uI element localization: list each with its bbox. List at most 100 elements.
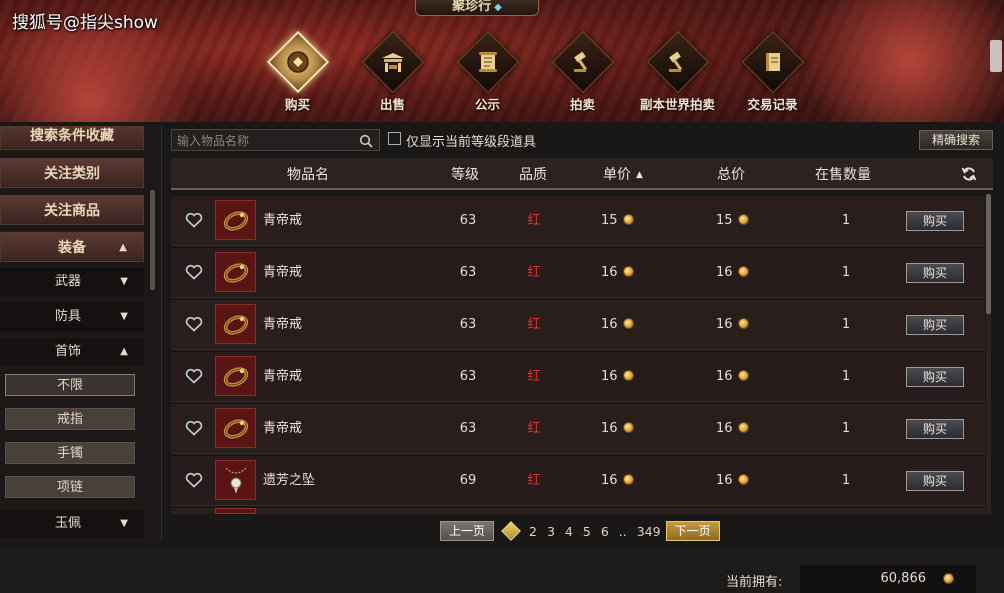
sidebar-leaf-bracelet[interactable]: 手镯 xyxy=(5,442,135,464)
prev-page-button[interactable]: 上一页 xyxy=(440,521,494,541)
currency-amount: 60,866 xyxy=(880,571,927,586)
buy-button[interactable]: 购买 xyxy=(906,211,964,231)
sidebar-item-armor[interactable]: 防具 ▼ xyxy=(0,303,144,331)
sort-asc-icon: ▲ xyxy=(636,170,643,180)
tab-auction[interactable]: 拍卖 xyxy=(535,30,630,116)
item-quantity: 1 xyxy=(841,213,851,228)
item-name: 青帝戒 xyxy=(263,213,303,228)
sidebar-item-equipment[interactable]: 装备 ▲ xyxy=(0,232,144,262)
favorite-heart-icon[interactable] xyxy=(185,264,203,284)
sidebar-item-weapons-label: 武器 xyxy=(55,274,82,289)
page-link[interactable]: 3 xyxy=(547,524,555,539)
search-input[interactable] xyxy=(172,131,352,151)
item-quantity: 1 xyxy=(841,265,851,280)
ring-icon[interactable] xyxy=(215,200,256,240)
col-quantity[interactable]: 在售数量 xyxy=(815,158,871,190)
col-quality[interactable]: 品质 xyxy=(519,158,547,190)
coin-icon xyxy=(943,573,954,584)
gem-icon: ◆ xyxy=(494,2,502,13)
buy-button[interactable]: 购买 xyxy=(906,367,964,387)
buy-button[interactable]: 购买 xyxy=(906,315,964,335)
precise-search-button[interactable]: 精确搜索 xyxy=(919,130,993,150)
favorite-heart-icon[interactable] xyxy=(185,420,203,440)
pin-icon[interactable] xyxy=(990,40,1002,72)
item-name: 青帝戒 xyxy=(263,369,303,384)
col-level[interactable]: 等级 xyxy=(451,158,479,190)
page-link[interactable]: 6 xyxy=(601,524,609,539)
item-level: 63 xyxy=(459,369,477,384)
page-link[interactable]: 2 xyxy=(529,524,537,539)
pendant-icon[interactable] xyxy=(215,460,256,500)
coin-icon xyxy=(622,370,634,381)
currency-label: 当前拥有: xyxy=(726,575,783,590)
ring-icon[interactable] xyxy=(215,304,256,344)
coin-icon xyxy=(266,30,329,94)
col-unit-price[interactable]: 单价 ▲ xyxy=(603,158,643,190)
ring-icon[interactable] xyxy=(215,408,256,448)
buy-button[interactable]: 购买 xyxy=(906,263,964,283)
sidebar-item-watch-category[interactable]: 关注类别 xyxy=(0,158,144,188)
col-name[interactable]: 物品名 xyxy=(287,158,329,190)
coin-icon xyxy=(737,214,749,225)
favorite-heart-icon[interactable] xyxy=(185,368,203,388)
item-total-price: 16 xyxy=(716,404,772,454)
page-link-last[interactable]: 349 xyxy=(637,524,661,539)
level-filter-checkbox[interactable] xyxy=(388,132,401,145)
table-row[interactable]: 青帝戒 63 红 15 15 1 购买 xyxy=(171,196,985,246)
favorite-heart-icon[interactable] xyxy=(185,472,203,492)
table-row[interactable]: 青帝戒 63 红 16 16 1 购买 xyxy=(171,248,985,298)
tab-auction-label: 拍卖 xyxy=(569,97,595,112)
ring-icon[interactable] xyxy=(215,252,256,292)
window-title: 聚珍行 ◆ xyxy=(415,0,539,16)
buy-button[interactable]: 购买 xyxy=(906,471,964,491)
item-total-price: 16 xyxy=(716,456,772,506)
table-scrollbar[interactable] xyxy=(986,194,991,514)
table-scrollbar-thumb[interactable] xyxy=(986,194,991,314)
chevron-down-icon: ▼ xyxy=(120,518,128,529)
sidebar-item-jewelry[interactable]: 首饰 ▲ xyxy=(0,338,144,366)
sidebar-leaf-all[interactable]: 不限 xyxy=(5,374,135,396)
stall-icon xyxy=(361,30,424,94)
item-level: 69 xyxy=(459,473,477,488)
sidebar-leaf-necklace[interactable]: 项链 xyxy=(5,476,135,498)
page-link[interactable]: 4 xyxy=(565,524,573,539)
col-total-price[interactable]: 总价 xyxy=(717,158,745,190)
coin-icon xyxy=(622,266,634,277)
item-total-price: 15 xyxy=(716,196,772,246)
tab-notice[interactable]: 公示 xyxy=(440,30,535,116)
next-page-button[interactable]: 下一页 xyxy=(665,521,720,541)
unit-price-value: 16 xyxy=(601,369,618,384)
total-price-value: 16 xyxy=(716,265,733,280)
sidebar-item-jade[interactable]: 玉佩 ▼ xyxy=(0,510,144,538)
tab-trade-history[interactable]: 交易记录 xyxy=(725,30,820,116)
favorite-heart-icon[interactable] xyxy=(185,316,203,336)
item-name: 青帝戒 xyxy=(263,265,303,280)
book-icon xyxy=(741,30,804,94)
sidebar-item-saved-search[interactable]: 搜索条件收藏 xyxy=(0,126,144,150)
page-link[interactable]: 5 xyxy=(583,524,591,539)
sidebar-leaf-ring[interactable]: 戒指 xyxy=(5,408,135,430)
unit-price-value: 15 xyxy=(601,213,618,228)
sidebar-item-weapons[interactable]: 武器 ▼ xyxy=(0,268,144,296)
sidebar-scrollbar[interactable] xyxy=(150,190,155,290)
total-price-value: 16 xyxy=(716,421,733,436)
gavel-icon xyxy=(551,30,614,94)
table-row[interactable]: 青帝戒 63 红 16 16 1 购买 xyxy=(171,404,985,454)
header-banner: 搜狐号@指尖show 聚珍行 ◆ 购买 出售 公示 拍卖 副本世界拍卖 交易记录 xyxy=(0,0,1004,122)
table-row[interactable]: 青帝戒 63 红 16 16 1 购买 xyxy=(171,300,985,350)
table-row[interactable]: 青帝戒 63 红 16 16 1 购买 xyxy=(171,352,985,402)
item-thumbnail xyxy=(215,508,256,514)
item-level: 63 xyxy=(459,265,477,280)
favorite-heart-icon[interactable] xyxy=(185,212,203,232)
tab-world-auction[interactable]: 副本世界拍卖 xyxy=(630,30,725,116)
table-row xyxy=(171,508,985,514)
ring-icon[interactable] xyxy=(215,356,256,396)
search-icon[interactable] xyxy=(359,133,373,152)
sidebar-item-watch-item[interactable]: 关注商品 xyxy=(0,195,144,225)
unit-price-value: 16 xyxy=(601,421,618,436)
tab-sell[interactable]: 出售 xyxy=(345,30,440,116)
tab-buy[interactable]: 购买 xyxy=(250,30,345,116)
buy-button[interactable]: 购买 xyxy=(906,419,964,439)
refresh-icon[interactable] xyxy=(961,166,977,186)
table-row[interactable]: 遗芳之坠 69 红 16 16 1 购买 xyxy=(171,456,985,506)
